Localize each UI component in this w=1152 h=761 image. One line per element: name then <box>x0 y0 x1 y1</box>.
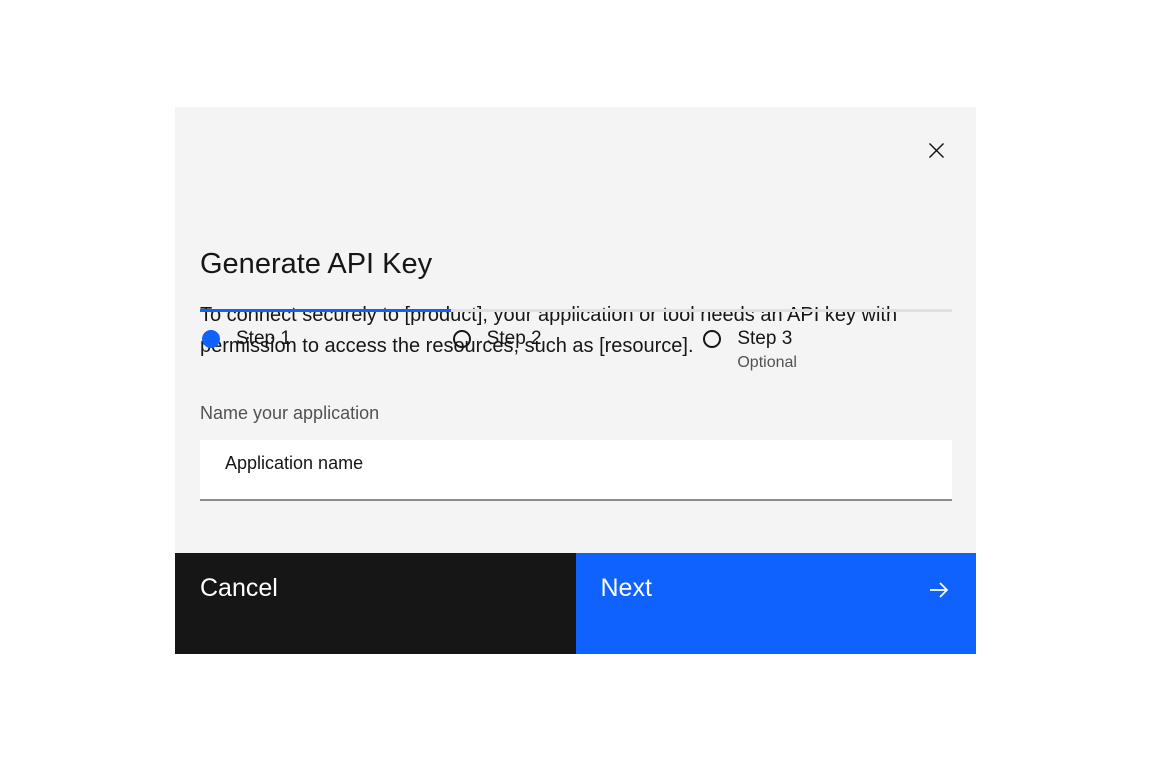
progress-track-inactive <box>451 309 702 312</box>
step-3-sublabel: Optional <box>737 353 797 373</box>
incomplete-step-icon <box>703 330 721 348</box>
next-button-label: Next <box>601 576 652 601</box>
incomplete-step-icon <box>453 330 471 348</box>
close-button[interactable] <box>912 126 960 174</box>
progress-step-2[interactable]: Step 2 <box>451 309 702 373</box>
progress-track-active <box>200 309 451 312</box>
step-2-label: Step 2 <box>487 330 542 348</box>
generate-api-key-modal: Generate API Key To connect securely to … <box>175 107 976 654</box>
application-name-input[interactable] <box>200 440 952 501</box>
modal-footer: Cancel Next <box>175 553 976 654</box>
progress-step-1[interactable]: Step 1 <box>200 309 451 373</box>
progress-track-inactive <box>701 309 952 312</box>
progress-step-3[interactable]: Step 3 Optional <box>701 309 952 373</box>
modal-title: Generate API Key <box>200 246 432 282</box>
arrow-right-icon <box>928 579 950 601</box>
page: Generate API Key To connect securely to … <box>0 0 1152 761</box>
progress-indicator: Step 1 Step 2 Step 3 <box>200 309 952 373</box>
close-icon <box>928 142 945 159</box>
cancel-button[interactable]: Cancel <box>175 553 576 654</box>
next-button[interactable]: Next <box>576 553 977 654</box>
step-3-label: Step 3 <box>737 330 797 348</box>
application-name-label: Name your application <box>200 403 379 424</box>
step-1-label: Step 1 <box>236 330 291 348</box>
current-step-icon <box>202 330 220 348</box>
cancel-button-label: Cancel <box>200 576 278 601</box>
